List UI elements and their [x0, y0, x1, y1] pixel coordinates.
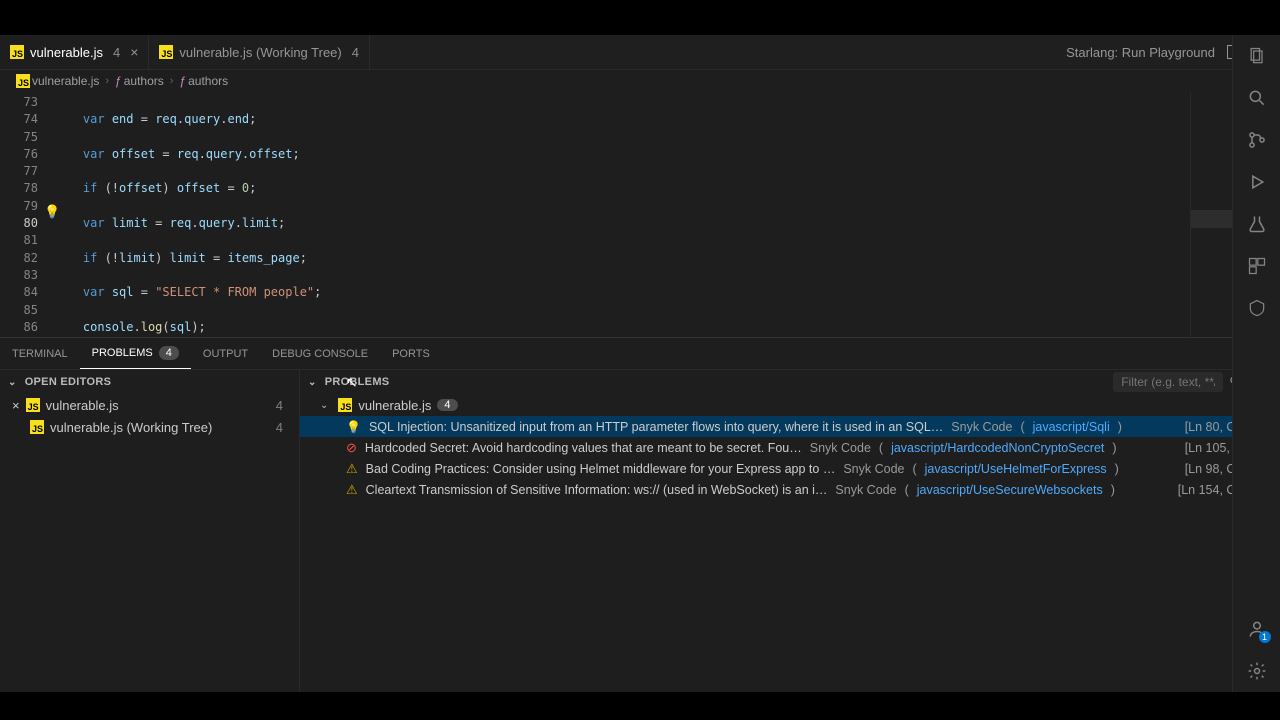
- run-playground-action[interactable]: Starlang: Run Playground: [1066, 45, 1215, 60]
- problem-rule-link[interactable]: javascript/UseSecureWebsockets: [917, 483, 1103, 497]
- problem-rule-link[interactable]: javascript/UseHelmetForExpress: [925, 462, 1107, 476]
- js-file-icon: JS: [159, 45, 173, 59]
- open-editor-label: vulnerable.js (Working Tree): [50, 420, 212, 435]
- problem-message: Bad Coding Practices: Consider using Hel…: [366, 462, 836, 476]
- problem-item[interactable]: ⚠ Bad Coding Practices: Consider using H…: [300, 458, 1280, 479]
- close-icon[interactable]: ×: [12, 398, 20, 413]
- snyk-icon[interactable]: [1246, 297, 1268, 319]
- tab-badge: 4: [352, 45, 359, 60]
- tab-output[interactable]: OUTPUT: [191, 338, 260, 369]
- open-editor-item[interactable]: JS vulnerable.js (Working Tree) 4: [0, 416, 299, 438]
- warning-icon: ⚠: [346, 461, 358, 477]
- problem-file-name: vulnerable.js: [358, 398, 431, 413]
- search-icon[interactable]: [1246, 87, 1268, 109]
- js-file-icon: JS: [16, 74, 30, 88]
- problem-rule-link[interactable]: javascript/HardcodedNonCryptoSecret: [891, 441, 1104, 455]
- problem-source: Snyk Code: [951, 420, 1012, 434]
- problem-file-row[interactable]: ⌄ JS vulnerable.js 4: [300, 394, 1280, 416]
- problems-filter-input[interactable]: [1113, 372, 1223, 392]
- quickfix-icon: 💡: [346, 420, 361, 434]
- problems-header: PROBLEMS: [325, 376, 390, 388]
- tab-terminal[interactable]: TERMINAL: [0, 338, 80, 369]
- breadcrumb-symbol[interactable]: authors: [188, 74, 228, 88]
- open-editor-badge: 4: [276, 420, 287, 435]
- account-icon[interactable]: [1246, 618, 1268, 640]
- code-content[interactable]: var end = req.query.end; var offset = re…: [54, 92, 1190, 337]
- open-editor-badge: 4: [276, 398, 287, 413]
- open-editors-header[interactable]: ⌄ OPEN EDITORS: [0, 370, 299, 394]
- problems-pane: ⌄ PROBLEMS ⚲ ≡ ☰ ⌄ JS vulnerable: [300, 370, 1280, 692]
- open-editor-item[interactable]: × JS vulnerable.js 4: [0, 394, 299, 416]
- problem-message: Hardcoded Secret: Avoid hardcoding value…: [365, 441, 802, 455]
- problem-item[interactable]: ⊘ Hardcoded Secret: Avoid hardcoding val…: [300, 437, 1280, 458]
- run-debug-icon[interactable]: [1246, 171, 1268, 193]
- tab-badge: 4: [113, 45, 120, 60]
- js-file-icon: JS: [338, 398, 352, 412]
- bottom-panel: TERMINAL PROBLEMS 4 OUTPUT DEBUG CONSOLE…: [0, 337, 1280, 692]
- problem-message: Cleartext Transmission of Sensitive Info…: [366, 483, 828, 497]
- activity-bar: [1232, 35, 1280, 692]
- problem-item[interactable]: ⚠ Cleartext Transmission of Sensitive In…: [300, 479, 1280, 500]
- tab-label: vulnerable.js (Working Tree): [179, 45, 341, 60]
- breadcrumb-symbol[interactable]: authors: [124, 74, 164, 88]
- js-file-icon: JS: [26, 398, 40, 412]
- chevron-down-icon: ⌄: [8, 377, 17, 388]
- open-editors-pane: ⌄ OPEN EDITORS × JS vulnerable.js 4: [0, 370, 300, 692]
- breadcrumb[interactable]: JS vulnerable.js › ƒ authors › ƒ authors: [0, 70, 1280, 92]
- extensions-icon[interactable]: [1246, 255, 1268, 277]
- tab-ports[interactable]: PORTS: [380, 338, 442, 369]
- problem-source: Snyk Code: [835, 483, 896, 497]
- tests-icon[interactable]: [1246, 213, 1268, 235]
- problem-rule-link[interactable]: javascript/Sqli: [1033, 420, 1110, 434]
- tab-problems[interactable]: PROBLEMS 4: [80, 338, 191, 369]
- breadcrumb-file[interactable]: vulnerable.js: [32, 74, 99, 88]
- js-file-icon: JS: [30, 420, 44, 434]
- editor-tabbar: JS vulnerable.js 4 × JS vulnerable.js (W…: [0, 35, 1280, 70]
- files-icon[interactable]: [1246, 45, 1268, 67]
- source-control-icon[interactable]: [1246, 129, 1268, 151]
- problem-source: Snyk Code: [843, 462, 904, 476]
- tab-vulnerablejs[interactable]: JS vulnerable.js 4 ×: [0, 35, 149, 69]
- problems-count: 4: [159, 346, 179, 360]
- problem-item[interactable]: 💡 SQL Injection: Unsanitized input from …: [300, 416, 1280, 437]
- method-icon: ƒ: [179, 74, 186, 88]
- tab-label: vulnerable.js: [30, 45, 103, 60]
- error-icon: ⊘: [346, 440, 357, 456]
- js-file-icon: JS: [10, 45, 24, 59]
- close-icon[interactable]: ×: [130, 44, 138, 60]
- tab-debug-console[interactable]: DEBUG CONSOLE: [260, 338, 380, 369]
- problem-message: SQL Injection: Unsanitized input from an…: [369, 420, 943, 434]
- method-icon: ƒ: [115, 74, 122, 88]
- chevron-down-icon: ⌄: [308, 377, 317, 388]
- warning-icon: ⚠: [346, 482, 358, 498]
- open-editor-label: vulnerable.js: [46, 398, 119, 413]
- code-editor[interactable]: 💡 737475 767778 798081 828384 858687 var…: [0, 92, 1280, 337]
- chevron-right-icon: ›: [170, 75, 174, 87]
- gear-icon[interactable]: [1246, 660, 1268, 682]
- chevron-right-icon: ›: [105, 75, 109, 87]
- status-bar: [0, 692, 1280, 720]
- os-titlebar: [0, 0, 1280, 35]
- chevron-down-icon: ⌄: [320, 400, 328, 411]
- problem-source: Snyk Code: [810, 441, 871, 455]
- tab-vulnerablejs-workingtree[interactable]: JS vulnerable.js (Working Tree) 4: [149, 35, 370, 69]
- problem-file-count: 4: [437, 399, 457, 411]
